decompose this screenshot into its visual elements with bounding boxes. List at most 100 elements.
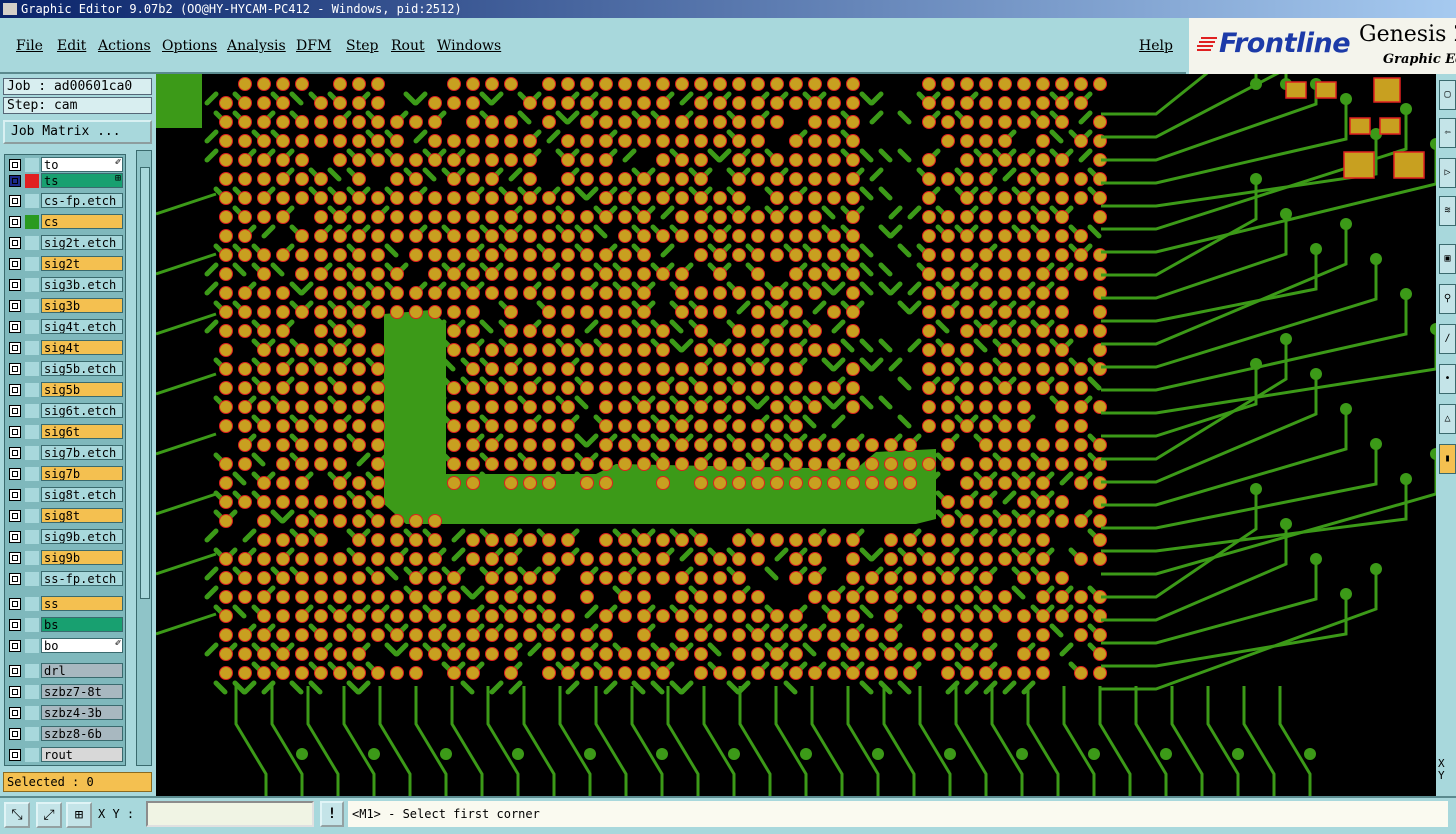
menu-file[interactable]: File <box>16 38 43 54</box>
layer-checkbox[interactable] <box>9 426 21 438</box>
layer-row[interactable]: ss-fp.etch <box>5 571 125 587</box>
menu-windows[interactable]: Windows <box>437 38 501 54</box>
layer-checkbox[interactable] <box>9 468 21 480</box>
layer-row[interactable]: sig4t <box>5 340 125 356</box>
layer-checkbox[interactable] <box>9 707 21 719</box>
layer-name[interactable]: cs-fp.etch <box>41 193 123 208</box>
layer-row[interactable]: to ✐ <box>5 157 125 173</box>
layer-checkbox[interactable] <box>9 447 21 459</box>
tool-pan-icon[interactable]: ▢ <box>1439 80 1456 110</box>
zoom-area-icon[interactable]: ⤡ <box>4 802 30 828</box>
layer-checkbox[interactable] <box>9 216 21 228</box>
layer-row[interactable]: cs-fp.etch <box>5 193 125 209</box>
layer-name[interactable]: sig6t.etch <box>41 403 123 418</box>
layer-checkbox[interactable] <box>9 573 21 585</box>
layer-name[interactable]: sig2t.etch <box>41 235 123 250</box>
layer-name[interactable]: bo <box>41 638 123 653</box>
layer-name[interactable]: cs <box>41 214 123 229</box>
layer-checkbox[interactable] <box>9 552 21 564</box>
layer-name[interactable]: szbz7-8t <box>41 684 123 699</box>
layer-row[interactable]: rout <box>5 747 125 763</box>
layer-row[interactable]: sig3b <box>5 298 125 314</box>
layer-name[interactable]: sig4t <box>41 340 123 355</box>
layer-row[interactable]: sig2t.etch <box>5 235 125 251</box>
layer-name[interactable]: ss <box>41 596 123 611</box>
menu-analysis[interactable]: Analysis <box>227 38 286 54</box>
layer-row[interactable]: sig5b.etch <box>5 361 125 377</box>
layer-name[interactable]: szbz4-3b <box>41 705 123 720</box>
layer-checkbox[interactable] <box>9 619 21 631</box>
layer-name[interactable]: sig9b.etch <box>41 529 123 544</box>
layer-checkbox[interactable] <box>9 321 21 333</box>
layer-checkbox[interactable] <box>9 363 21 375</box>
layer-name[interactable]: sig5b <box>41 382 123 397</box>
tool-line-icon[interactable]: ∕ <box>1439 324 1456 354</box>
layer-name[interactable]: sig7b <box>41 466 123 481</box>
layer-name[interactable]: bs <box>41 617 123 632</box>
job-matrix-button[interactable]: Job Matrix ... <box>3 120 152 144</box>
layer-row[interactable]: sig8t <box>5 508 125 524</box>
layer-name[interactable]: ts <box>41 173 123 188</box>
layer-row[interactable]: sig7b <box>5 466 125 482</box>
layer-row[interactable]: sig7b.etch <box>5 445 125 461</box>
menu-options[interactable]: Options <box>162 38 217 54</box>
layer-name[interactable]: ss-fp.etch <box>41 571 123 586</box>
layer-checkbox[interactable] <box>9 598 21 610</box>
layer-checkbox[interactable] <box>9 531 21 543</box>
layer-row[interactable]: bo ✐ <box>5 638 125 654</box>
layer-row[interactable]: szbz8-6b <box>5 726 125 742</box>
layer-checkbox[interactable] <box>9 279 21 291</box>
pcb-layout[interactable] <box>156 74 1436 796</box>
menu-edit[interactable]: Edit <box>57 38 86 54</box>
layer-name[interactable]: sig8t.etch <box>41 487 123 502</box>
menu-rout[interactable]: Rout <box>391 38 425 54</box>
layer-name[interactable]: sig5b.etch <box>41 361 123 376</box>
layer-name[interactable]: sig2t <box>41 256 123 271</box>
tool-arrow-icon[interactable]: ⇦ <box>1439 118 1456 148</box>
layer-checkbox[interactable] <box>9 258 21 270</box>
layer-checkbox[interactable] <box>9 405 21 417</box>
layer-row[interactable]: sig6t <box>5 424 125 440</box>
layer-name[interactable]: sig3b <box>41 298 123 313</box>
scrollbar-thumb[interactable] <box>140 167 150 599</box>
layer-row[interactable]: szbz4-3b <box>5 705 125 721</box>
layer-name[interactable]: sig4t.etch <box>41 319 123 334</box>
menu-step[interactable]: Step <box>346 38 378 54</box>
layer-row[interactable]: szbz7-8t <box>5 684 125 700</box>
layer-checkbox[interactable] <box>9 175 21 187</box>
layer-checkbox[interactable] <box>9 384 21 396</box>
layer-row[interactable]: sig8t.etch <box>5 487 125 503</box>
tool-step-icon[interactable]: ▷ <box>1439 158 1456 188</box>
layer-checkbox[interactable] <box>9 665 21 677</box>
warning-button[interactable]: ! <box>320 801 344 827</box>
layer-checkbox[interactable] <box>9 237 21 249</box>
layer-checkbox[interactable] <box>9 300 21 312</box>
layer-row[interactable]: ss <box>5 596 125 612</box>
grid-icon[interactable]: ⊞ <box>66 802 92 828</box>
zoom-fit-icon[interactable]: ⤢ <box>36 802 62 828</box>
layer-row[interactable]: cs <box>5 214 125 230</box>
layer-row[interactable]: sig6t.etch <box>5 403 125 419</box>
layer-name[interactable]: sig9b <box>41 550 123 565</box>
layer-checkbox[interactable] <box>9 728 21 740</box>
layer-row[interactable]: drl <box>5 663 125 679</box>
layer-row[interactable]: sig9b <box>5 550 125 566</box>
menu-dfm[interactable]: DFM <box>296 38 331 54</box>
xy-input[interactable] <box>146 801 314 827</box>
menu-actions[interactable]: Actions <box>98 38 151 54</box>
layer-name[interactable]: sig6t <box>41 424 123 439</box>
layer-checkbox[interactable] <box>9 489 21 501</box>
graphic-canvas[interactable] <box>156 74 1436 796</box>
menu-help[interactable]: Help <box>1139 38 1173 54</box>
layer-name[interactable]: sig3b.etch <box>41 277 123 292</box>
tool-point-icon[interactable]: • <box>1439 364 1456 394</box>
layer-name[interactable]: sig7b.etch <box>41 445 123 460</box>
layer-row[interactable]: sig5b <box>5 382 125 398</box>
layer-row[interactable]: ts ⊞ <box>5 173 125 189</box>
layer-checkbox[interactable] <box>9 749 21 761</box>
layer-row[interactable]: sig2t <box>5 256 125 272</box>
layer-name[interactable]: drl <box>41 663 123 678</box>
layer-checkbox[interactable] <box>9 686 21 698</box>
layer-row[interactable]: bs <box>5 617 125 633</box>
layer-checkbox[interactable] <box>9 510 21 522</box>
